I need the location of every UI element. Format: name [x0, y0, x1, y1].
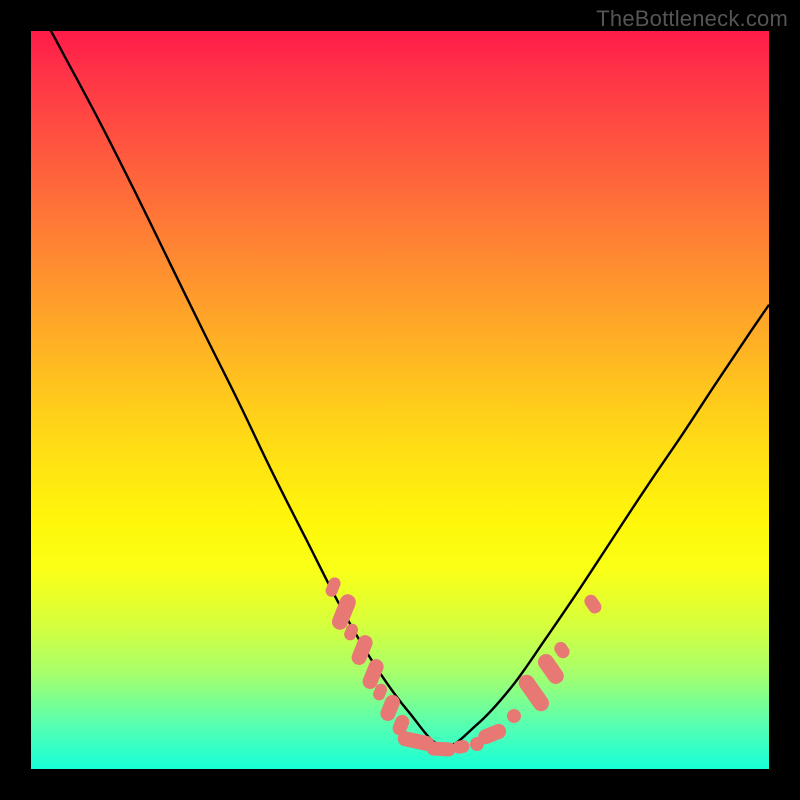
chart-area	[31, 31, 769, 769]
bottleneck-curve	[31, 31, 769, 769]
watermark-text: TheBottleneck.com	[596, 6, 788, 32]
curve-marker	[427, 741, 456, 757]
